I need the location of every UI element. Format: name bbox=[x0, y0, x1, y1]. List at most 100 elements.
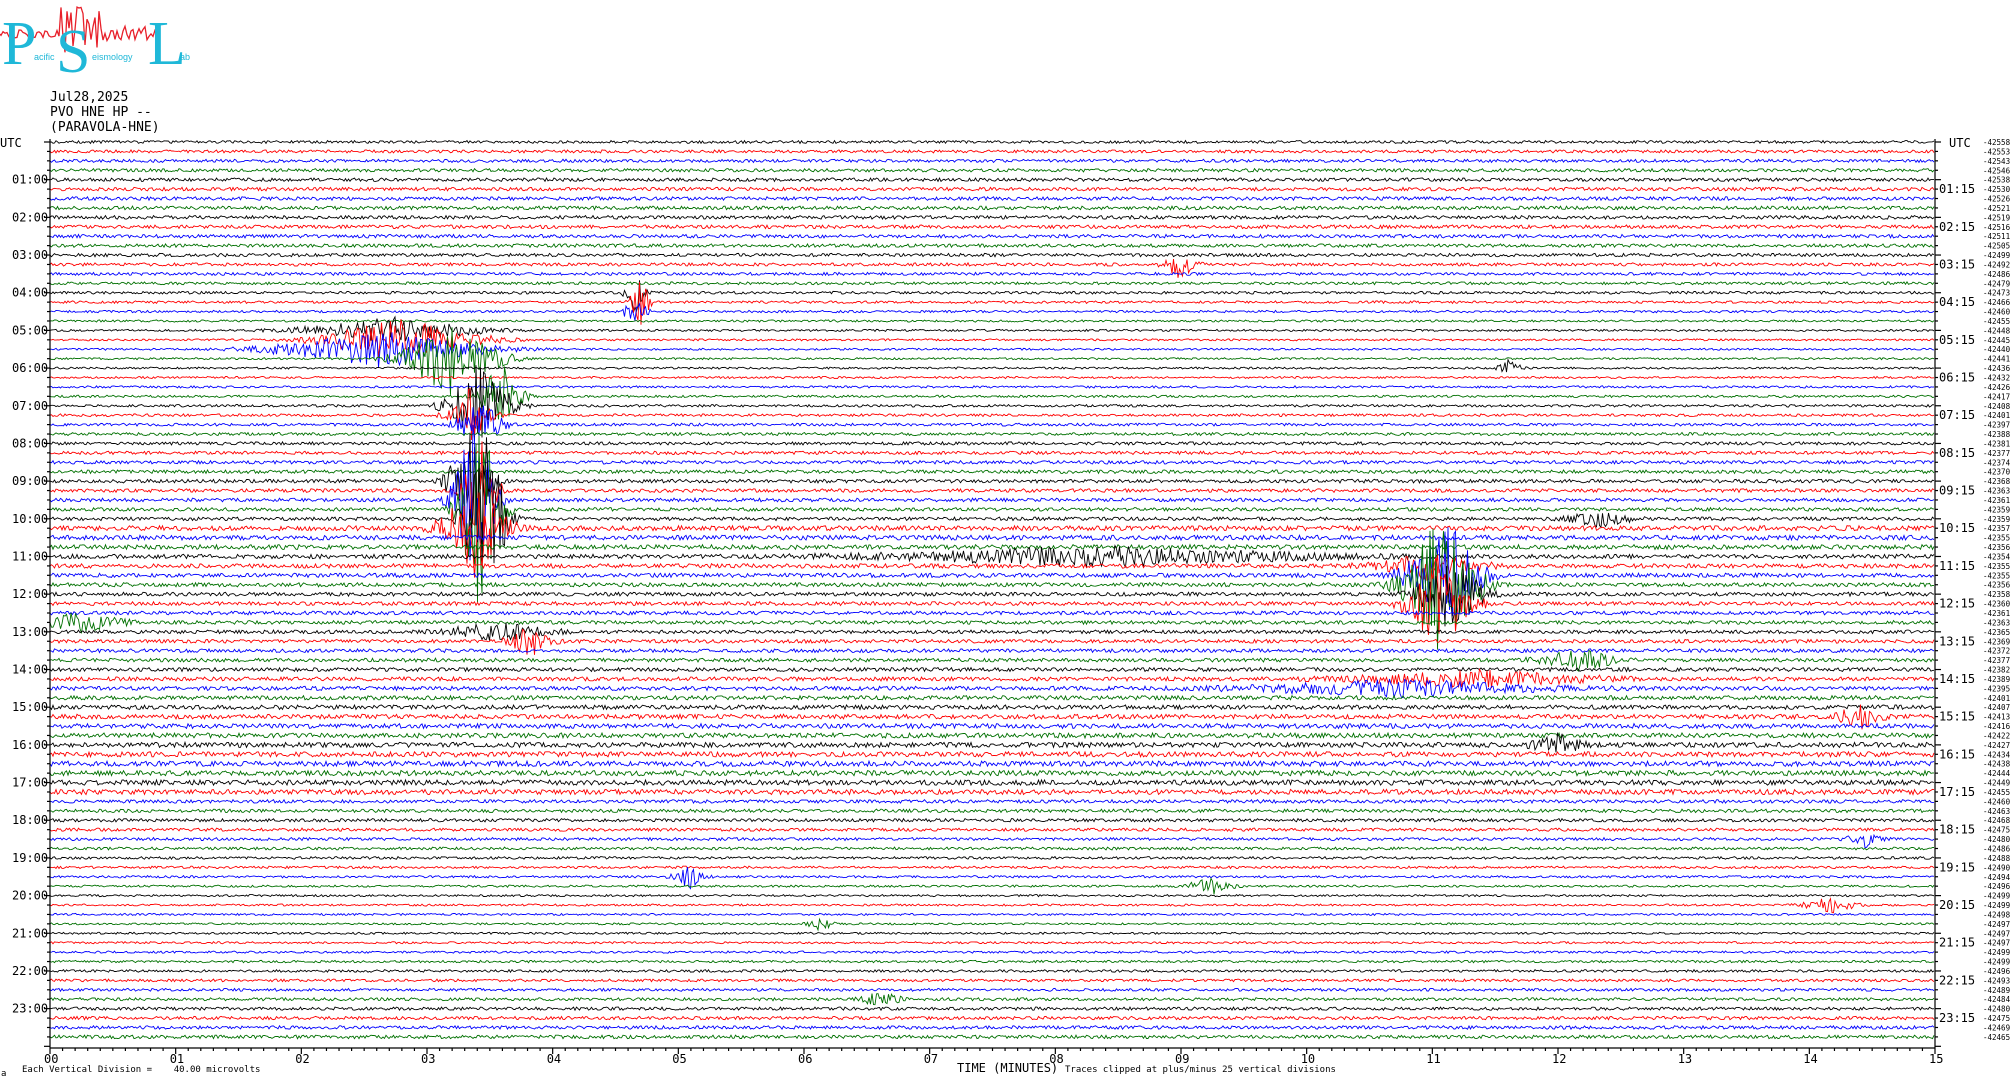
row-offset-label: -42359 bbox=[1983, 515, 2010, 524]
row-offset-label: -42356 bbox=[1983, 543, 2010, 552]
x-tick-label: 02 bbox=[295, 1052, 309, 1066]
right-hour-label: 06:15 bbox=[1939, 371, 1975, 385]
right-hour-labels: 01:15 02:15 03:15 04:15 05:15 06:15 07:15 08:15… bbox=[1939, 182, 1975, 1025]
trace-row-23 bbox=[49, 327, 1935, 395]
trace-row-4 bbox=[49, 176, 1935, 183]
right-hour-label: 15:15 bbox=[1939, 710, 1975, 724]
trace-row-30 bbox=[49, 405, 1935, 437]
row-offset-label: -42497 bbox=[1983, 929, 2010, 938]
row-offset-label: -42370 bbox=[1983, 468, 2010, 477]
row-offset-label: -42389 bbox=[1983, 675, 2010, 684]
left-hour-label: 01:00 bbox=[12, 173, 48, 187]
row-offset-label: -42455 bbox=[1983, 788, 2010, 797]
trace-row-62 bbox=[49, 722, 1935, 730]
trace-row-89 bbox=[49, 978, 1935, 983]
trace-row-83 bbox=[49, 917, 1935, 932]
trace-row-3 bbox=[49, 167, 1935, 173]
trace-row-55 bbox=[49, 649, 1935, 672]
plot-frame bbox=[44, 139, 1941, 1054]
row-offset-label: -42365 bbox=[1983, 628, 2010, 637]
row-offset-label: -42498 bbox=[1983, 910, 2010, 919]
row-offset-label: -42407 bbox=[1983, 703, 2010, 712]
x-tick-label: 07 bbox=[924, 1052, 938, 1066]
trace-row-26 bbox=[49, 385, 1935, 389]
row-offset-label: -42372 bbox=[1983, 647, 2010, 656]
row-offset-label: -42463 bbox=[1983, 807, 2010, 816]
row-offset-label: -42361 bbox=[1983, 496, 2010, 505]
row-offset-label: -42558 bbox=[1983, 138, 2010, 147]
corner-mark: a bbox=[1, 1069, 6, 1079]
left-hour-label: 08:00 bbox=[12, 436, 48, 450]
trace-row-28 bbox=[49, 365, 1935, 442]
trace-row-24 bbox=[49, 358, 1935, 373]
row-offset-label: -42438 bbox=[1983, 760, 2010, 769]
row-offset-label: -42490 bbox=[1983, 863, 2010, 872]
trace-row-8 bbox=[49, 214, 1935, 221]
right-hour-label: 13:15 bbox=[1939, 634, 1975, 648]
row-offset-label: -42368 bbox=[1983, 477, 2010, 486]
row-offset-label: -42417 bbox=[1983, 392, 2010, 401]
row-offset-label: -42460 bbox=[1983, 308, 2010, 317]
trace-row-6 bbox=[49, 195, 1935, 202]
trace-row-66 bbox=[49, 759, 1935, 768]
row-offset-label: -42449 bbox=[1983, 779, 2010, 788]
row-offset-label: -42361 bbox=[1983, 609, 2010, 618]
trace-row-75 bbox=[49, 846, 1935, 851]
trace-row-7 bbox=[49, 205, 1935, 211]
left-hour-label: 09:00 bbox=[12, 474, 48, 488]
row-offset-label: -42445 bbox=[1983, 336, 2010, 345]
row-offset-label: -42468 bbox=[1983, 816, 2010, 825]
trace-row-92 bbox=[50, 1006, 1935, 1012]
trace-row-93 bbox=[49, 1015, 1935, 1021]
x-tick-label: 00 bbox=[44, 1052, 58, 1066]
left-hour-label: 19:00 bbox=[12, 851, 48, 865]
right-hour-label: 12:15 bbox=[1939, 597, 1975, 611]
left-hour-label: 06:00 bbox=[12, 361, 48, 375]
trace-row-42 bbox=[49, 533, 1935, 542]
left-hour-label: 21:00 bbox=[12, 926, 48, 940]
row-offset-label: -42496 bbox=[1983, 967, 2010, 976]
right-hour-label: 14:15 bbox=[1939, 672, 1975, 686]
right-hour-label: 07:15 bbox=[1939, 408, 1975, 422]
trace-row-71 bbox=[49, 808, 1935, 814]
row-offset-label: -42432 bbox=[1983, 374, 2010, 383]
trace-row-59 bbox=[49, 694, 1935, 702]
row-offset-label: -42499 bbox=[1983, 251, 2010, 260]
right-hour-label: 16:15 bbox=[1939, 747, 1975, 761]
row-offset-label: -42494 bbox=[1983, 873, 2010, 882]
left-axis-utc-label: UTC bbox=[0, 136, 22, 150]
row-offset-label: -42499 bbox=[1983, 948, 2010, 957]
row-offset-label: -42427 bbox=[1983, 741, 2010, 750]
right-hour-label: 03:15 bbox=[1939, 258, 1975, 272]
left-hour-label: 11:00 bbox=[12, 550, 48, 564]
trace-row-50 bbox=[49, 610, 1935, 616]
trace-row-91 bbox=[49, 992, 1935, 1006]
row-offset-label: -42499 bbox=[1983, 958, 2010, 967]
trace-row-90 bbox=[49, 987, 1935, 993]
row-offset-label: -42479 bbox=[1983, 279, 2010, 288]
trace-row-73 bbox=[49, 827, 1935, 833]
trace-row-68 bbox=[49, 778, 1935, 787]
trace-row-52 bbox=[49, 622, 1935, 641]
row-offset-label: -42413 bbox=[1983, 713, 2010, 722]
trace-row-63 bbox=[49, 731, 1935, 740]
trace-row-65 bbox=[49, 750, 1935, 759]
left-hour-label: 05:00 bbox=[12, 323, 48, 337]
trace-row-57 bbox=[49, 667, 1935, 689]
row-offset-label: -42519 bbox=[1983, 213, 2010, 222]
trace-row-69 bbox=[49, 788, 1935, 796]
row-offset-label: -42401 bbox=[1983, 694, 2010, 703]
x-axis-title: TIME (MINUTES) bbox=[957, 1061, 1058, 1075]
x-tick-label: 11 bbox=[1426, 1052, 1440, 1066]
row-offset-label: -42360 bbox=[1983, 600, 2010, 609]
trace-row-0 bbox=[50, 139, 1935, 145]
left-hour-label: 02:00 bbox=[12, 210, 48, 224]
trace-row-17 bbox=[49, 282, 1935, 325]
trace-row-10 bbox=[49, 233, 1935, 239]
row-offset-label: -42505 bbox=[1983, 242, 2010, 251]
row-offset-label: -42416 bbox=[1983, 722, 2010, 731]
row-offset-label: -42475 bbox=[1983, 1014, 2010, 1023]
trace-row-36 bbox=[49, 432, 1935, 539]
left-hour-label: 12:00 bbox=[12, 587, 48, 601]
trace-row-43 bbox=[49, 543, 1935, 551]
